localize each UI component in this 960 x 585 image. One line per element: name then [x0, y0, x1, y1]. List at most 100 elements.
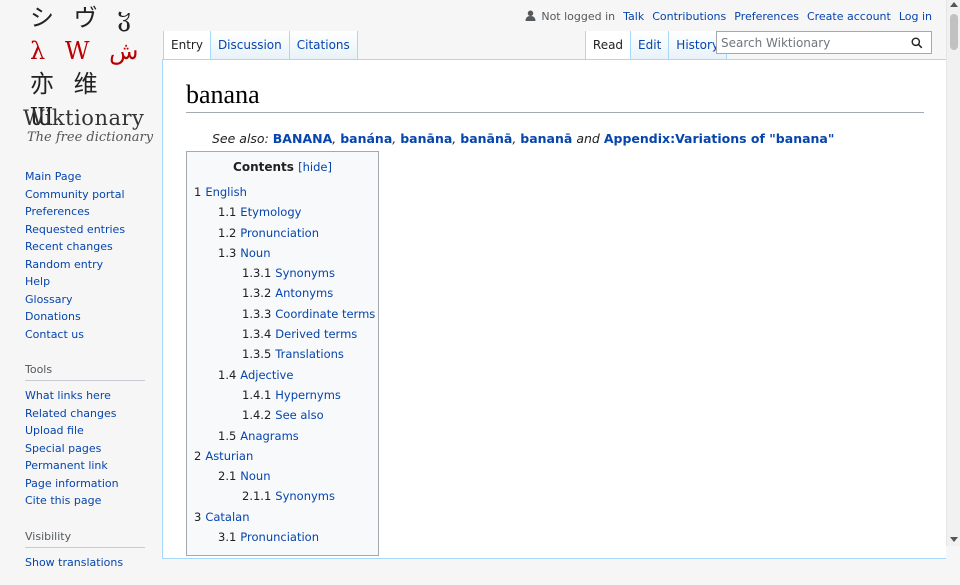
toc-link[interactable]: 1.4.1 Hypernyms [242, 388, 341, 402]
sidebar-link[interactable]: Preferences [25, 205, 90, 218]
toc-link[interactable]: 3.1 Pronunciation [218, 530, 319, 544]
see-also-link[interactable]: banāna [400, 131, 452, 146]
tab-citations-label[interactable]: Citations [297, 38, 350, 52]
sidebar-item-show-translations[interactable]: Show translations [25, 554, 160, 572]
sidebar-link[interactable]: Related changes [25, 407, 117, 420]
toc-link[interactable]: 1.4 Adjective [218, 368, 293, 382]
sidebar-link[interactable]: Cite this page [25, 494, 101, 507]
toc-item[interactable]: 1.1 Etymology [194, 202, 371, 222]
search-button[interactable] [907, 33, 927, 53]
see-also-link[interactable]: BANANA [273, 131, 332, 146]
tab-discussion[interactable]: Discussion [210, 31, 290, 59]
sidebar-link[interactable]: Donations [25, 310, 81, 323]
sidebar-item-community-portal[interactable]: Community portal [25, 186, 160, 204]
sidebar-item-preferences[interactable]: Preferences [25, 203, 160, 221]
toc-item[interactable]: 1.4.2 See also [194, 405, 371, 425]
scroll-up-arrow-icon[interactable] [950, 2, 958, 7]
toc-item[interactable]: 3 Catalan [194, 507, 371, 527]
sidebar-link[interactable]: Main Page [25, 170, 81, 183]
toc-item[interactable]: 1.3.3 Coordinate terms [194, 304, 375, 324]
sidebar-item-related-changes[interactable]: Related changes [25, 405, 160, 423]
toc-link[interactable]: 1.3.4 Derived terms [242, 327, 357, 341]
see-also-link[interactable]: banána [340, 131, 392, 146]
scrollbar[interactable] [946, 0, 960, 546]
sidebar-link[interactable]: Glossary [25, 293, 73, 306]
toc-item[interactable]: 1.2 Pronunciation [194, 223, 371, 243]
toc-link[interactable]: 1.3.1 Synonyms [242, 266, 335, 280]
toc-link[interactable]: 1 English [194, 185, 247, 199]
toc-link[interactable]: 1.3.2 Antonyms [242, 286, 333, 300]
scroll-thumb[interactable] [950, 14, 958, 50]
sidebar-item-donations[interactable]: Donations [25, 308, 160, 326]
toc-link[interactable]: 1.5 Anagrams [218, 429, 299, 443]
toc-item[interactable]: 1.3 Noun [194, 243, 371, 263]
preferences-link[interactable]: Preferences [734, 10, 799, 23]
site-logo[interactable]: シ ヴ ჳ λ W ش 亦 维 Ɯ Wiktionary The free di… [0, 0, 160, 160]
sidebar-item-contact-us[interactable]: Contact us [25, 326, 160, 344]
sidebar-item-random-entry[interactable]: Random entry [25, 256, 160, 274]
sidebar-item-requested-entries[interactable]: Requested entries [25, 221, 160, 239]
tab-read[interactable]: Read [584, 31, 632, 59]
toc-item[interactable]: 1 English [194, 182, 371, 202]
sidebar-link[interactable]: Permanent link [25, 459, 108, 472]
toc-link[interactable]: 2 Asturian [194, 449, 253, 463]
sidebar-link[interactable]: What links here [25, 389, 111, 402]
create-account-link[interactable]: Create account [807, 10, 891, 23]
toc-item[interactable]: 1.4 Adjective [194, 365, 371, 385]
toc-link[interactable]: 1.4.2 See also [242, 408, 324, 422]
toc-link[interactable]: 1.3.5 Translations [242, 347, 344, 361]
toc-item[interactable]: 1.4.1 Hypernyms [194, 385, 371, 405]
sidebar-item-upload-file[interactable]: Upload file [25, 422, 160, 440]
toc-item[interactable]: 1.3.2 Antonyms [194, 283, 371, 303]
toc-item[interactable]: 2 Asturian [194, 446, 371, 466]
toc-link[interactable]: 2.1 Noun [218, 469, 271, 483]
see-also-link[interactable]: bananā [520, 131, 572, 146]
sidebar-link[interactable]: Recent changes [25, 240, 113, 253]
sidebar-link[interactable]: Show translations [25, 556, 123, 569]
sidebar-link[interactable]: Contact us [25, 328, 84, 341]
toc-item[interactable]: 3.1 Pronunciation [194, 527, 371, 547]
sidebar-item-permanent-link[interactable]: Permanent link [25, 457, 160, 475]
toc-link[interactable]: 1.3 Noun [218, 246, 271, 260]
toc-item[interactable]: 1.3.1 Synonyms [194, 263, 371, 283]
see-also-appendix-link[interactable]: Appendix:Variations of "banana" [604, 131, 835, 146]
sidebar-link[interactable]: Special pages [25, 442, 101, 455]
tab-history-label[interactable]: History [676, 38, 719, 52]
tab-entry[interactable]: Entry [163, 31, 211, 59]
tab-citations[interactable]: Citations [289, 31, 358, 59]
sidebar-item-cite-this-page[interactable]: Cite this page [25, 492, 160, 510]
sidebar-link[interactable]: Requested entries [25, 223, 125, 236]
contributions-link[interactable]: Contributions [652, 10, 726, 23]
toc-link[interactable]: 2.1.1 Synonyms [242, 489, 335, 503]
sidebar-link[interactable]: Random entry [25, 258, 103, 271]
tab-discussion-label[interactable]: Discussion [218, 38, 282, 52]
sidebar-item-special-pages[interactable]: Special pages [25, 440, 160, 458]
toc-link[interactable]: 3 Catalan [194, 510, 250, 524]
sidebar-item-what-links-here[interactable]: What links here [25, 387, 160, 405]
toc-link[interactable]: 1.1 Etymology [218, 205, 301, 219]
log-in-link[interactable]: Log in [899, 10, 932, 23]
see-also-link[interactable]: banānā [460, 131, 512, 146]
sidebar-item-main-page[interactable]: Main Page [25, 168, 160, 186]
sidebar-item-glossary[interactable]: Glossary [25, 291, 160, 309]
sidebar-link[interactable]: Upload file [25, 424, 84, 437]
tab-edit[interactable]: Edit [631, 31, 670, 59]
search-input[interactable] [717, 35, 907, 50]
tab-edit-label[interactable]: Edit [638, 38, 661, 52]
toc-link[interactable]: 1.3.3 Coordinate terms [242, 307, 375, 321]
talk-link[interactable]: Talk [623, 10, 644, 23]
sidebar-link[interactable]: Community portal [25, 188, 125, 201]
sidebar-link[interactable]: Page information [25, 477, 119, 490]
sidebar-item-page-information[interactable]: Page information [25, 475, 160, 493]
toc-link[interactable]: 1.2 Pronunciation [218, 226, 319, 240]
sidebar-link[interactable]: Help [25, 275, 50, 288]
toc-item[interactable]: 1.3.5 Translations [194, 344, 371, 364]
scroll-down-arrow-icon[interactable] [950, 537, 958, 542]
sidebar-item-help[interactable]: Help [25, 273, 160, 291]
sidebar-item-recent-changes[interactable]: Recent changes [25, 238, 160, 256]
toc-item[interactable]: 1.5 Anagrams [194, 426, 371, 446]
toc-item[interactable]: 2.1.1 Synonyms [194, 486, 371, 506]
toc-item[interactable]: 2.1 Noun [194, 466, 371, 486]
toc-item[interactable]: 1.3.4 Derived terms [194, 324, 371, 344]
toc-hide-toggle[interactable]: [hide] [298, 160, 332, 174]
